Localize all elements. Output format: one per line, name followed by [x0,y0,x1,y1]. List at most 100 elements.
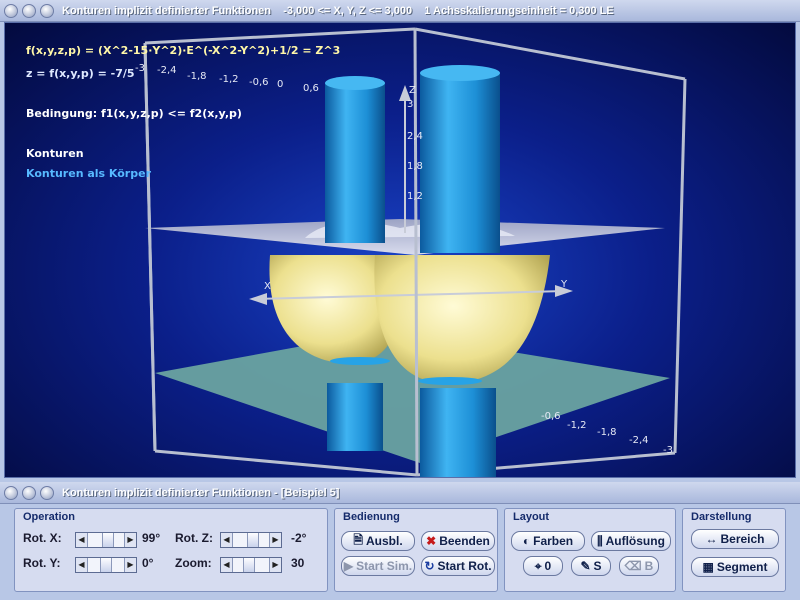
origin-label: 0 [544,559,552,573]
maximize-icon[interactable] [40,3,54,18]
bereich-button[interactable]: ↔ Bereich [691,529,779,549]
zoom-label: Zoom: [175,556,212,570]
control-window-title: Konturen implizit definierter Funktionen… [62,486,340,499]
b-button[interactable]: ⌫ B [619,556,659,576]
main-window-title: Konturen implizit definierter Funktionen… [62,4,614,17]
control-panel: Operation Rot. X: ◀ ▶ 99° Rot. Y: ◀ ▶ 0°… [4,504,796,596]
rot-x-value: 99° [142,531,161,545]
bowl-right-base [418,377,482,385]
rot-z-slider[interactable]: ◀ ▶ [220,532,282,548]
tick-label-z: 2,4 [407,131,423,142]
konturen-koerper-label: Konturen als Körper [26,167,151,180]
zoom-slider[interactable]: ◀ ▶ [220,557,282,573]
segment-label: Segment [716,560,768,574]
window-menu-icon[interactable] [4,3,18,18]
zoom-increment[interactable]: ▶ [269,558,281,572]
condition-text: Bedingung: f1(x,y,z,p) <= f2(x,y,p) [26,107,242,120]
minimize-icon[interactable] [22,3,36,18]
darstellung-title: Darstellung [691,511,752,523]
rot-y-value: 0° [142,556,154,570]
operation-title: Operation [23,511,75,523]
axis-z-label: Z [409,85,416,96]
s-button[interactable]: ✎ S [571,556,611,576]
tick-label-bottom: -1,2 [567,420,587,431]
rot-y-thumb[interactable] [100,558,112,572]
minimize-icon[interactable] [22,485,36,500]
maximize-icon[interactable] [40,485,54,500]
aufloesung-label: Auflösung [605,534,665,548]
start-sim-label: Start Sim. [356,559,413,573]
rot-z-thumb[interactable] [247,533,259,547]
range-icon: ↔ [705,532,718,546]
rot-y-increment[interactable]: ▶ [124,558,136,572]
bereich-label: Bereich [720,532,765,546]
origin-button[interactable]: ⌖ 0 [523,556,563,576]
crosshair-icon: ⌖ [534,558,542,573]
konturen-label: Konturen [26,147,84,160]
zoom-thumb[interactable] [243,558,255,572]
s-label: S [593,559,602,573]
tick-label-top: -0,6 [249,77,269,88]
close-icon: ✖ [426,534,437,548]
hide-icon: 🗎 [353,532,363,547]
main-window-titlebar[interactable]: Konturen implizit definierter Funktionen… [0,0,800,22]
farben-button[interactable]: ◐ Farben [511,531,585,551]
formula-z: z = f(x,y,p) = -7/5 [26,67,135,80]
tick-label-top: 0 [277,79,283,90]
segment-button[interactable]: ▦ Segment [691,557,779,577]
rot-z-label: Rot. Z: [175,531,213,545]
tick-label-bottom: -3 [663,445,673,456]
rot-y-label: Rot. Y: [23,556,61,570]
cylinder-left-upper [325,83,385,243]
3d-viewport[interactable]: X Y Z -3 -2,4 -1,8 -1,2 -0,6 0 0,6 3 2,4… [4,22,796,478]
rot-z-decrement[interactable]: ◀ [221,533,233,547]
rot-z-increment[interactable]: ▶ [269,533,281,547]
cylinder-right-lower [420,388,496,477]
rot-x-slider[interactable]: ◀ ▶ [75,532,137,548]
control-window-titlebar[interactable]: Konturen implizit definierter Funktionen… [0,482,800,504]
farben-label: Farben [533,534,574,548]
3d-scene: X Y Z -3 -2,4 -1,8 -1,2 -0,6 0 0,6 3 2,4… [135,27,687,477]
zoom-value: 30 [291,556,305,570]
rotate-icon: ↻ [424,559,435,573]
start-rot-button[interactable]: ↻ Start Rot. [421,556,495,576]
cylinder-left-top [325,76,385,90]
b-label: B [644,559,654,573]
tick-label-top: -2,4 [157,65,177,76]
beenden-button[interactable]: ✖ Beenden [421,531,495,551]
rot-x-thumb[interactable] [102,533,114,547]
tick-label-bottom: -0,6 [541,411,561,422]
layout-group: Layout ◐ Farben ⫼ Auflösung ⌖ 0 ✎ S ⌫ B [504,508,676,592]
zoom-decrement[interactable]: ◀ [221,558,233,572]
play-icon: ▶ [343,559,354,573]
ausbl-label: Ausbl. [365,534,403,548]
rot-x-label: Rot. X: [23,531,62,545]
palette-icon: ◐ [522,534,531,548]
rot-y-decrement[interactable]: ◀ [76,558,88,572]
cylinder-left-lower [327,383,383,451]
ausbl-button[interactable]: 🗎 Ausbl. [341,531,415,551]
rot-x-decrement[interactable]: ◀ [76,533,88,547]
start-sim-button[interactable]: ▶ Start Sim. [341,556,415,576]
window-menu-icon[interactable] [4,485,18,500]
tick-label-z: 3 [407,99,413,110]
formula-f: f(x,y,z,p) = (X^2-15·Y^2)·E^(-X^2-Y^2)+1… [26,44,341,57]
axis-x-label: X [264,281,271,292]
x-axis-arrow [249,293,267,305]
rot-x-increment[interactable]: ▶ [124,533,136,547]
darstellung-group: Darstellung ↔ Bereich ▦ Segment [682,508,786,592]
bowl-left-base [330,357,390,365]
tick-label-z: 1,2 [407,191,423,202]
bedienung-title: Bedienung [343,511,400,523]
aufloesung-button[interactable]: ⫼ Auflösung [591,531,671,551]
cylinder-right-upper [420,73,500,253]
tick-label-top: -1,2 [219,74,239,85]
brush-icon: ✎ [580,559,591,573]
tick-label-top: -1,8 [187,71,207,82]
rot-y-slider[interactable]: ◀ ▶ [75,557,137,573]
tick-label-z: 1,8 [407,161,423,172]
tick-label-bottom: -2,4 [629,435,649,446]
beenden-label: Beenden [439,534,490,548]
table-icon: ▦ [702,560,714,574]
tick-label-bottom: -1,8 [597,427,617,438]
